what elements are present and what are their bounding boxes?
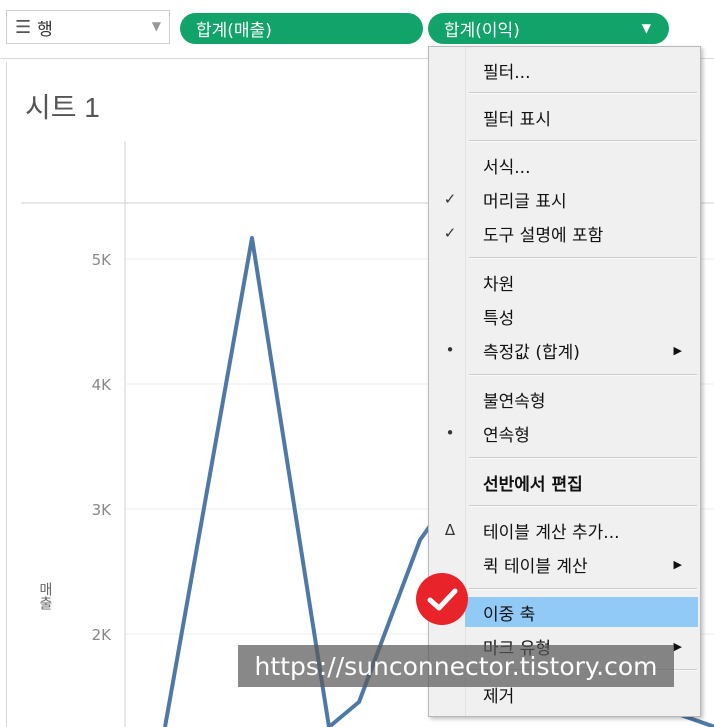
menu-separator — [469, 505, 697, 507]
menu-item-dimension[interactable]: 차원 — [429, 267, 700, 297]
check-icon: ✓ — [443, 224, 457, 242]
menu-item-show-filter[interactable]: 필터 표시 — [429, 102, 700, 132]
submenu-arrow-icon: ▶ — [673, 343, 682, 357]
chevron-down-icon[interactable]: ▼ — [152, 19, 161, 33]
pill-sum-profit-label: 합계(이익) — [444, 21, 520, 41]
menu-item-add-table-calc[interactable]: Δ 테이블 계산 추가... — [429, 515, 700, 545]
menu-item-continuous[interactable]: • 연속형 — [429, 418, 700, 448]
pill-dropdown-icon[interactable]: ▼ — [642, 21, 651, 35]
menu-item-include-tooltip[interactable]: ✓ 도구 설명에 포함 — [429, 218, 700, 248]
menu-item-attribute[interactable]: 특성 — [429, 301, 700, 331]
menu-item-show-header[interactable]: ✓ 머리글 표시 — [429, 184, 700, 214]
submenu-arrow-icon: ▶ — [673, 639, 682, 653]
y-tick-4k: 4K — [92, 376, 113, 394]
submenu-arrow-icon: ▶ — [673, 557, 682, 571]
menu-separator — [469, 457, 697, 459]
y-axis-title: 매출 — [37, 582, 53, 610]
pill-sum-sales-label: 합계(매출) — [196, 21, 272, 41]
y-tick-3k: 3K — [92, 501, 113, 519]
pill-sum-profit[interactable]: 합계(이익) ▼ — [428, 13, 669, 44]
menu-item-dual-axis[interactable]: 이중 축 — [465, 597, 698, 627]
watermark: https://sunconnector.tistory.com — [238, 645, 674, 687]
y-tick-5k: 5K — [92, 251, 113, 269]
rows-shelf-label[interactable]: ☰ 행 ▼ — [6, 10, 170, 44]
menu-item-measure-sum[interactable]: • 측정값 (합계) ▶ — [429, 335, 700, 365]
delta-icon: Δ — [444, 521, 456, 539]
menu-item-format[interactable]: 서식... — [429, 150, 700, 180]
menu-item-quick-table-calc[interactable]: 퀵 테이블 계산 ▶ — [429, 549, 700, 579]
menu-separator — [469, 588, 697, 590]
rows-shelf-text: 행 — [37, 19, 53, 40]
rows-list-icon: ☰ — [15, 16, 32, 38]
pill-sum-sales[interactable]: 합계(매출) — [180, 13, 423, 44]
menu-item-edit-in-shelf[interactable]: 선반에서 편집 — [429, 467, 700, 497]
bullet-icon: • — [445, 341, 455, 359]
y-tick-2k: 2K — [92, 626, 113, 644]
menu-separator — [469, 140, 697, 142]
menu-separator — [469, 92, 697, 94]
menu-item-filter[interactable]: 필터... — [429, 55, 700, 85]
red-check-badge-icon — [416, 573, 468, 625]
check-icon: ✓ — [443, 190, 457, 208]
menu-item-discrete[interactable]: 불연속형 — [429, 384, 700, 414]
bullet-icon: • — [445, 424, 455, 442]
menu-separator — [469, 374, 697, 376]
pill-context-menu: 필터... 필터 표시 서식... ✓ 머리글 표시 ✓ 도구 설명에 포함 차… — [428, 46, 701, 717]
menu-separator — [469, 257, 697, 259]
